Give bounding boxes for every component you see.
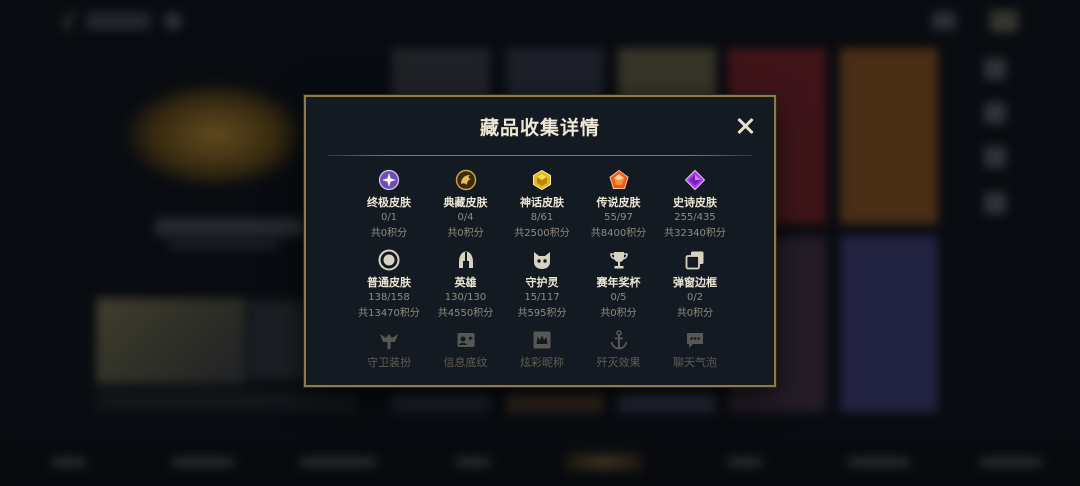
item-points: 共4550积分 [437,308,494,319]
prestige-skin-icon [455,169,476,191]
item-count: 15/117 [524,292,560,303]
item-count: 130/130 [444,292,487,303]
item-label: 终极皮肤 [367,196,411,209]
item-label: 神话皮肤 [520,196,564,209]
guardian-item[interactable]: 守护灵 15/117 共595积分 [505,249,579,319]
champion-item[interactable]: 英雄 130/130 共4550积分 [429,249,503,319]
item-points: 共13470积分 [358,308,420,319]
item-count: 0/2 [686,292,704,303]
ace-effect-item[interactable]: 歼灭效果 [582,329,656,370]
guardian-attire-item[interactable]: 守卫装扮 [352,329,426,370]
dialog-title: 藏品收集详情 [479,117,600,139]
item-points: 共595积分 [517,308,567,319]
common-skin-item[interactable]: 普通皮肤 138/158 共13470积分 [352,249,426,319]
collection-details-dialog: 藏品收集详情 终极皮肤 0/1 共0积分 典藏皮肤 0/4 共0积分 神话皮肤 … [304,95,776,387]
item-label: 歼灭效果 [596,356,641,369]
guardian-icon [534,252,550,269]
item-label: 传说皮肤 [596,196,641,209]
champion-helmet-icon [458,251,473,268]
common-skin-icon [378,249,400,271]
item-points: 共2500积分 [514,228,570,239]
ultimate-skin-item[interactable]: 终极皮肤 0/1 共0积分 [352,169,426,239]
trophy-icon [609,252,628,269]
epic-skin-item[interactable]: 史诗皮肤 255/435 共32340积分 [658,169,732,239]
item-count: 55/97 [604,212,633,223]
profile-banner-item[interactable]: 信息底纹 [429,329,503,370]
item-label: 弹窗边框 [673,276,717,289]
guardian-attire-icon [380,334,398,349]
item-points: 共8400积分 [590,228,647,239]
item-points: 共0积分 [600,308,637,319]
mythic-skin-item[interactable]: 神话皮肤 8/61 共2500积分 [505,169,579,239]
colorful-name-item[interactable]: 炫彩昵称 [505,329,579,370]
item-count: 0/4 [457,212,474,223]
item-label: 信息底纹 [443,356,488,369]
item-label: 赛年奖杯 [596,276,641,289]
collection-row: 普通皮肤 138/158 共13470积分 英雄 130/130 共4550积分 [352,249,732,319]
item-label: 炫彩昵称 [520,356,564,369]
prestige-skin-item[interactable]: 典藏皮肤 0/4 共0积分 [429,169,503,239]
collection-grid: 终极皮肤 0/1 共0积分 典藏皮肤 0/4 共0积分 神话皮肤 8/61 共2… [352,169,732,370]
item-label: 普通皮肤 [367,276,411,289]
item-count: 0/1 [380,212,398,223]
item-count: 0/5 [610,292,627,303]
item-points: 共32340积分 [664,228,726,239]
close-icon[interactable] [734,115,756,137]
item-label: 典藏皮肤 [443,196,488,209]
item-count: 138/158 [368,292,410,303]
title-divider [328,155,752,156]
item-points: 共0积分 [447,228,484,239]
legendary-skin-icon [608,169,629,189]
item-count: 255/435 [674,212,716,223]
anchor-icon [610,330,627,350]
chat-bubble-icon [687,333,703,348]
ultimate-skin-icon [378,169,400,191]
popup-frame-item[interactable]: 弹窗边框 0/2 共0积分 [658,249,732,319]
title-crown-icon [533,331,551,349]
chat-bubble-item[interactable]: 聊天气泡 [658,329,732,370]
collection-row: 终极皮肤 0/1 共0积分 典藏皮肤 0/4 共0积分 神话皮肤 8/61 共2… [352,169,732,239]
legendary-skin-item[interactable]: 传说皮肤 55/97 共8400积分 [582,169,656,239]
item-label: 守卫装扮 [367,356,411,369]
mythic-skin-icon [533,169,551,191]
epic-skin-icon [684,169,706,191]
item-label: 聊天气泡 [673,356,717,369]
item-points: 共0积分 [370,228,408,239]
item-label: 守护灵 [525,276,559,289]
profile-banner-icon [457,333,474,347]
frame-icon [685,251,704,270]
collection-row: 守卫装扮 信息底纹 炫彩昵称 歼灭效果 聊天气泡 [352,329,732,370]
item-label: 英雄 [454,276,477,289]
item-count: 8/61 [530,212,554,223]
season-trophy-item[interactable]: 赛年奖杯 0/5 共0积分 [582,249,656,319]
item-points: 共0积分 [676,308,714,319]
item-label: 史诗皮肤 [673,196,717,209]
